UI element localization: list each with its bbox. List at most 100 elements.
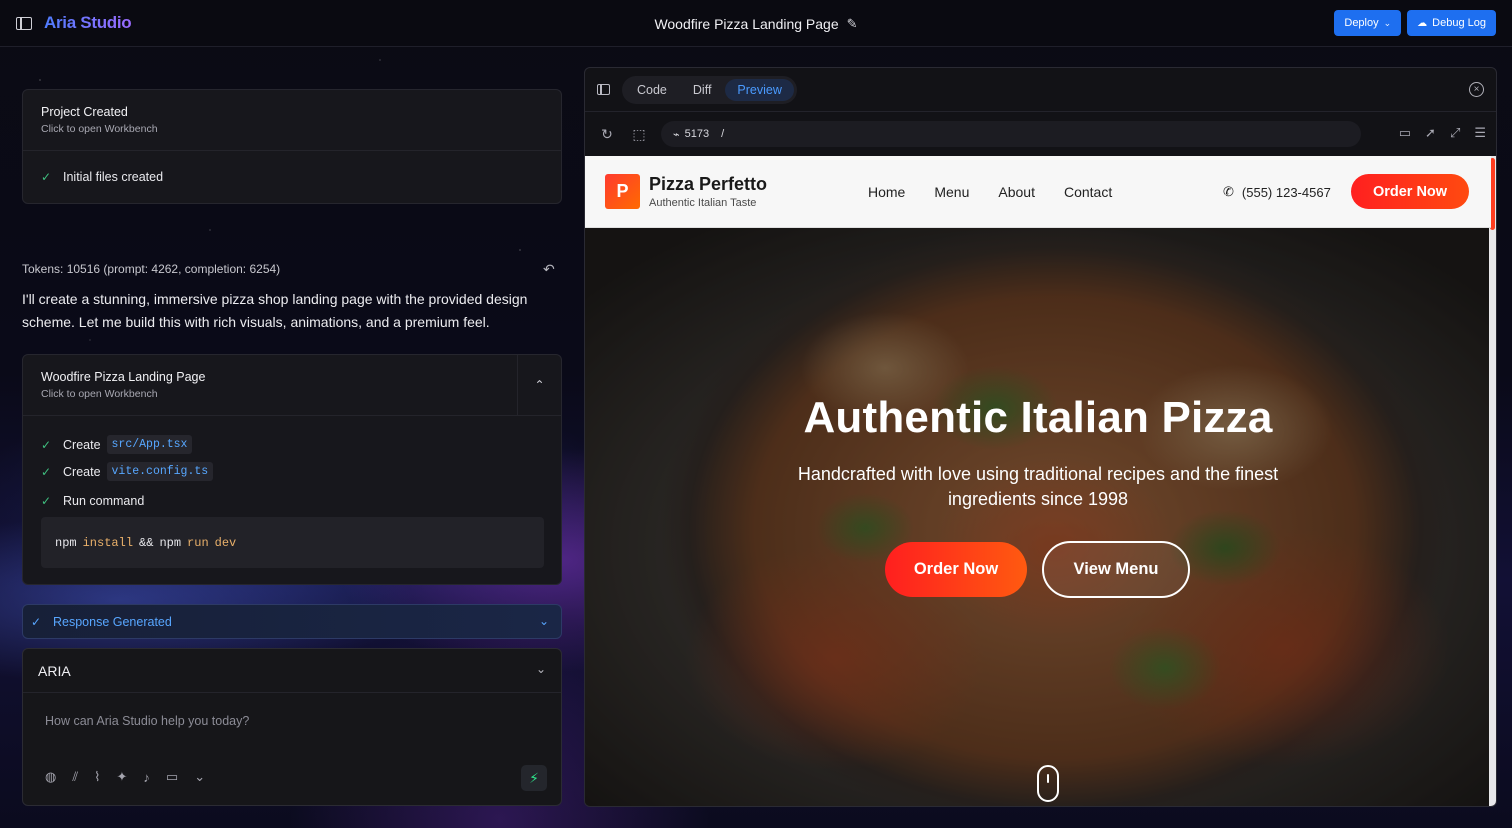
preview-url-row: ↻ ⬚ ⌁ 5173 / ▭ ➚ ⤢ ☰ [585,112,1496,156]
assistant-message: I'll create a stunning, immersive pizza … [22,291,528,330]
menu-icon[interactable]: ☰ [1474,125,1486,141]
step-create-app: ✓ Create src/App.tsx [41,435,193,454]
project-created-card[interactable]: Project Created Click to open Workbench … [22,89,562,204]
chat-toolbar: ◍ ⫽ ⌇ ✦ ♪ ▭ ⌄ [45,769,205,785]
port-number: 5173 [684,128,710,140]
pencil-icon[interactable]: ✎ [847,16,858,32]
preview-scrollbar[interactable] [1489,156,1496,806]
model-selector[interactable]: ARIA ⌄ [23,649,561,693]
chevron-up-icon[interactable]: ⌃ [517,355,561,415]
initial-files-step: ✓ Initial files created [23,151,561,203]
site-tagline: Authentic Italian Taste [649,197,757,209]
check-icon: ✓ [41,437,52,452]
chevron-down-icon: ⌄ [535,662,546,676]
plug-icon: ⌁ [673,128,680,141]
sparkle-icon[interactable]: ✦ [117,769,128,785]
model-name: ARIA [38,662,71,679]
select-region-icon[interactable]: ⬚ [629,126,649,143]
workbench-tabs-row: Code Diff Preview × [585,68,1496,112]
view-tabs: Code Diff Preview [622,75,797,104]
deploy-button[interactable]: Deploy ⌄ [1334,10,1402,36]
nav-order-button[interactable]: Order Now [1351,174,1469,209]
site-logo[interactable]: P [605,174,640,209]
artifact-header[interactable]: Woodfire Pizza Landing Page Click to ope… [23,355,561,416]
lightning-icon: ⚡ [529,769,539,786]
top-actions: Deploy ⌄ ☁ Debug Log [1334,10,1496,36]
page-title: Woodfire Pizza Landing Page [654,15,839,32]
check-icon: ✓ [41,494,52,508]
hero-subtitle: Handcrafted with love using traditional … [797,464,1279,509]
sidebar-panel-icon[interactable] [597,84,610,95]
inspect-pointer-icon[interactable]: ➚ [1425,125,1436,141]
site-name: Pizza Perfetto [649,174,768,194]
step-action: Create [63,464,101,479]
site-phone[interactable]: ✆ (555) 123-4567 [1223,184,1331,200]
project-card-subtitle: Click to open Workbench [41,123,158,135]
nav-about[interactable]: About [998,184,1035,200]
site-preview: P Pizza Perfetto Authentic Italian Taste… [585,156,1491,806]
nav-contact[interactable]: Contact [1064,184,1112,200]
phone-number: (555) 123-4567 [1241,184,1331,200]
tab-diff[interactable]: Diff [681,79,724,101]
site-brand: Pizza Perfetto Authentic Italian Taste [649,174,767,209]
debug-log-button[interactable]: ☁ Debug Log [1407,10,1496,36]
tab-preview[interactable]: Preview [725,78,794,101]
check-icon: ✓ [31,614,42,629]
chat-bubbles-icon[interactable]: ▭ [166,769,178,785]
cmd-token: npm [159,535,182,550]
step-label: Initial files created [63,170,164,184]
scroll-indicator-icon [1037,765,1059,802]
port-selector[interactable]: ⌁ 5173 [673,128,709,141]
url-path: / [721,128,725,140]
site-nav-links: Home Menu About Contact [868,184,1112,200]
chat-input[interactable] [33,701,553,741]
artifact-subtitle: Click to open Workbench [41,388,158,400]
chevron-down-icon: ⌄ [538,614,549,628]
file-path[interactable]: src/App.tsx [106,435,193,454]
check-icon: ✓ [41,170,52,184]
artifact-card: Woodfire Pizza Landing Page Click to ope… [22,354,562,585]
response-generated-bar[interactable]: ✓ Response Generated ⌄ [22,604,562,639]
artifact-title: Woodfire Pizza Landing Page [41,370,206,384]
deploy-label: Deploy [1344,17,1379,29]
hero-pizza-image [585,228,1491,806]
token-usage: Tokens: 10516 (prompt: 4262, completion:… [22,262,281,276]
undo-icon[interactable]: ↶ [543,261,555,278]
debug-log-label: Debug Log [1432,17,1486,29]
project-card-title: Project Created [41,105,128,119]
paperclip-icon[interactable]: ⌇ [94,769,100,785]
tab-code[interactable]: Code [625,79,679,101]
close-icon[interactable]: × [1469,82,1484,97]
nav-menu[interactable]: Menu [934,184,969,200]
send-button[interactable]: ⚡ [521,765,547,791]
response-label: Response Generated [53,614,172,629]
microphone-icon[interactable]: ♪ [143,770,150,785]
hero-order-button[interactable]: Order Now [885,542,1027,597]
cloud-upload-icon: ☁ [1417,17,1428,29]
sidebar-toggle-icon[interactable] [16,17,32,30]
site-navbar: P Pizza Perfetto Authentic Italian Taste… [585,156,1491,228]
reload-icon[interactable]: ↻ [597,126,617,143]
step-action: Run command [63,494,145,508]
palette-icon[interactable]: ◍ [45,769,56,785]
chevron-down-icon: ⌄ [1383,17,1392,28]
hero-view-menu-button[interactable]: View Menu [1042,541,1190,598]
preview-tools: ▭ ➚ ⤢ ☰ [1399,125,1486,141]
hero-title: Authentic Italian Pizza [803,393,1273,442]
cmd-token: && [139,535,154,550]
fullscreen-icon[interactable]: ⤢ [1450,125,1460,141]
file-path[interactable]: vite.config.ts [106,462,214,481]
app-logo[interactable]: Aria Studio [44,13,132,33]
url-bar[interactable]: ⌁ 5173 / [661,121,1361,147]
check-icon: ✓ [41,464,52,479]
preview-panel: Code Diff Preview × ↻ ⬚ ⌁ 5173 / ▭ ➚ ⤢ ☰… [584,67,1497,807]
cmd-token: dev [214,535,237,550]
cmd-token: install [82,535,134,550]
chat-composer: ARIA ⌄ ◍ ⫽ ⌇ ✦ ♪ ▭ ⌄ ⚡ [22,648,562,806]
chevron-down-icon[interactable]: ⌄ [194,769,205,785]
command-block: npm install && npm run dev [41,517,544,568]
step-action: Create [63,437,101,452]
nav-home[interactable]: Home [868,184,905,200]
attach-multiple-icon[interactable]: ⫽ [72,769,78,785]
responsive-devices-icon[interactable]: ▭ [1399,125,1411,141]
